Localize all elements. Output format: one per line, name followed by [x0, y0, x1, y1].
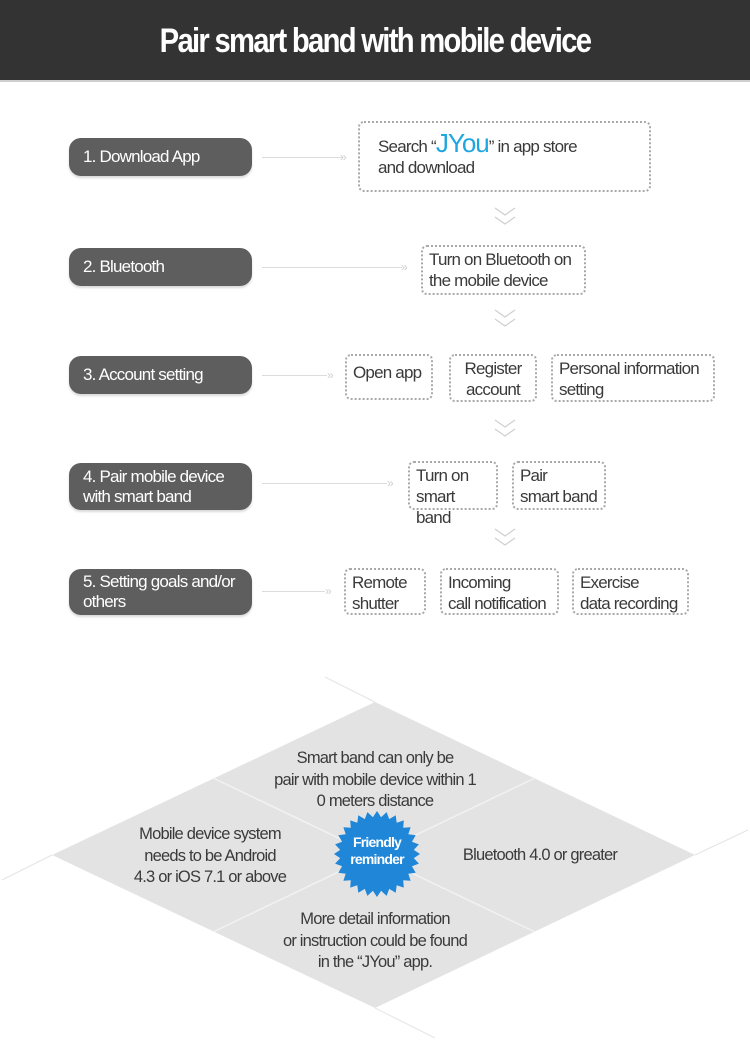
step-label-line-1: 4. Pair mobile device — [83, 466, 225, 486]
register-account-box: Register account — [449, 354, 537, 402]
box-line-2: shutter — [352, 594, 399, 613]
step-label: 2. Bluetooth — [83, 257, 165, 276]
badge-label: Friendly reminder — [335, 834, 419, 868]
page-title: Pair smart band with mobile device — [159, 22, 592, 60]
box-line-2: data recording — [580, 594, 678, 613]
box-line-1: Turn on — [416, 466, 469, 485]
double-chevron-right-icon: » — [401, 260, 408, 274]
reminder-line: More detail information — [300, 910, 450, 928]
double-chevron-right-icon: » — [387, 476, 394, 490]
box-line-2: account — [466, 380, 521, 399]
decor-line — [324, 676, 376, 703]
box-line-2: the mobile device — [429, 271, 549, 290]
step-label-line-2: others — [83, 592, 126, 611]
step-label-wrap: 5. Setting goals and/or others — [83, 572, 236, 612]
connector-line — [262, 483, 387, 484]
reminder-line: Bluetooth 4.0 or greater — [462, 846, 618, 864]
connector-line — [262, 375, 327, 376]
open-app-box: Open app — [345, 354, 433, 400]
turn-on-band-box: Turn on smart band — [408, 461, 498, 527]
step-label-wrap: 4. Pair mobile device with smart band — [83, 466, 225, 507]
reminder-line: in the “JYou” app. — [317, 953, 433, 971]
chevron-down-icon — [494, 528, 516, 546]
box-line-2: smart band — [416, 487, 455, 527]
double-chevron-right-icon: » — [340, 150, 347, 164]
reminder-line: 0 meters distance — [316, 792, 434, 810]
box-line-1: Personal information — [559, 359, 700, 378]
remote-shutter-box: Remote shutter — [344, 568, 426, 615]
box-line-2: and download — [378, 158, 475, 177]
step-5-setting-goals: 5. Setting goals and/or others — [69, 569, 252, 615]
reminder-line: or instruction could be found — [282, 931, 468, 950]
box-line-1: Pair — [520, 466, 548, 485]
connector-line — [262, 591, 325, 592]
text-suffix: ” in app store — [488, 137, 578, 156]
box-line-1: Register — [464, 359, 523, 378]
decor-line — [1, 854, 53, 881]
reminder-more-info: More detail information or instruction c… — [250, 909, 500, 974]
box-line-1: Open app — [353, 363, 422, 382]
box-line-1: Turn on Bluetooth on — [429, 250, 572, 269]
bluetooth-box: Turn on Bluetooth on the mobile device — [421, 245, 586, 295]
exercise-recording-box: Exercise data recording — [572, 568, 689, 615]
reminder-line: Smart band can only be — [296, 749, 454, 767]
reminder-os-requirement: Mobile device system needs to be Android… — [105, 824, 315, 889]
box-line-2: setting — [559, 380, 604, 399]
call-notification-box: Incoming call notification — [440, 568, 559, 615]
chevron-down-icon — [494, 207, 516, 225]
box-line-1: Incoming — [448, 573, 511, 592]
step-label-line-2: with smart band — [83, 486, 192, 506]
box-line-2: smart band — [520, 487, 598, 506]
reminder-line: Mobile device system — [139, 825, 282, 843]
step-label: 1. Download App — [83, 147, 200, 166]
box-line-1: Exercise — [580, 573, 640, 592]
reminder-line: 4.3 or iOS 7.1 or above — [133, 868, 287, 886]
decor-line — [374, 1007, 436, 1039]
reminder-bluetooth-version: Bluetooth 4.0 or greater — [440, 845, 640, 867]
badge-line-1: Friendly — [352, 834, 402, 850]
pair-band-box: Pair smart band — [512, 461, 606, 510]
reminder-line: pair with mobile device within 1 — [274, 770, 477, 789]
step-label: 3. Account setting — [83, 365, 204, 384]
step-2-bluetooth: 2. Bluetooth — [69, 248, 252, 286]
chevron-down-icon — [494, 309, 516, 327]
step-4-pair-device: 4. Pair mobile device with smart band — [69, 463, 252, 510]
double-chevron-right-icon: » — [327, 368, 334, 382]
search-app-box: Search “JYou” in app store and download — [358, 121, 651, 192]
box-line-1: Remote — [352, 573, 408, 592]
personal-info-box: Personal information setting — [551, 354, 715, 402]
jyou-brand: JYou — [435, 128, 490, 158]
step-3-account-setting: 3. Account setting — [69, 356, 252, 394]
decor-line — [694, 829, 749, 856]
reminder-distance: Smart band can only be pair with mobile … — [240, 748, 510, 813]
text-prefix: Search “ — [378, 137, 437, 156]
box-line-2: call notification — [448, 594, 547, 613]
step-label-line-1: 5. Setting goals and/or — [83, 572, 236, 591]
connector-line — [262, 157, 342, 158]
double-chevron-right-icon: » — [325, 584, 332, 598]
badge-line-2: reminder — [350, 851, 404, 867]
connector-line — [262, 267, 402, 268]
chevron-down-icon — [494, 419, 516, 437]
step-1-download-app: 1. Download App — [69, 138, 252, 176]
reminder-line: needs to be Android — [144, 846, 276, 865]
header-banner: Pair smart band with mobile device — [0, 0, 750, 82]
